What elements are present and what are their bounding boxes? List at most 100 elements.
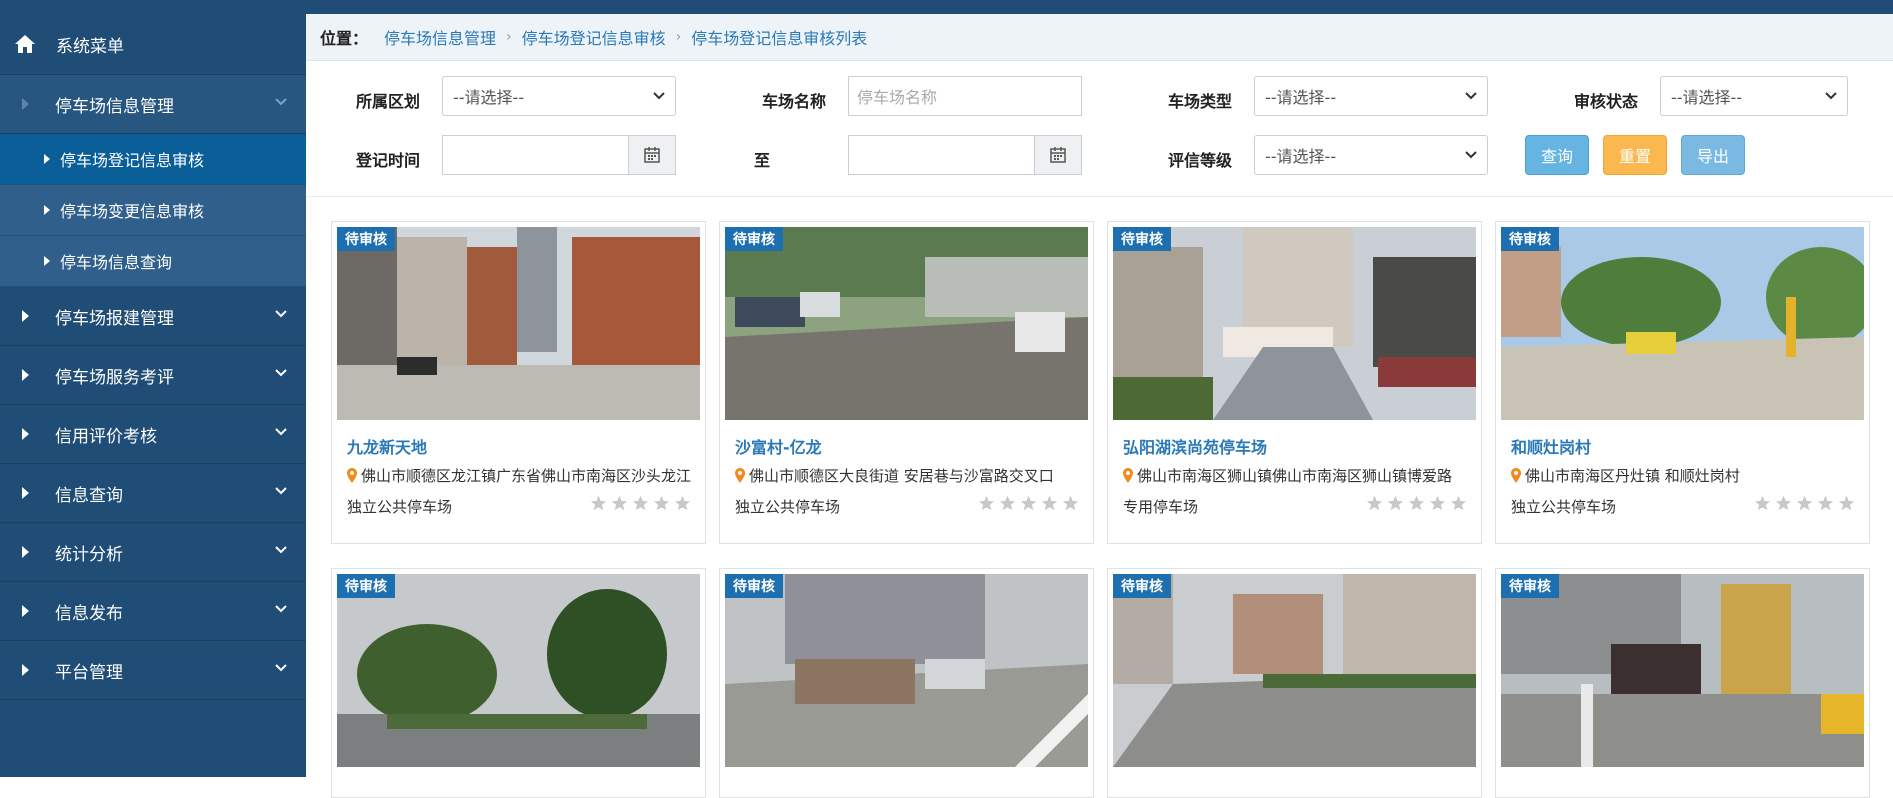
- star-icon: [1041, 495, 1058, 511]
- status-badge: 待审核: [1113, 227, 1171, 251]
- chevron-down-icon: [275, 369, 287, 377]
- expand-arrow-icon: [22, 98, 29, 110]
- to-label: 至: [754, 151, 771, 170]
- sidebar: 系统菜单 停车场信息管理 停车场登记信息审核 停车场变更信息审核 停车场信息查询…: [0, 14, 306, 777]
- star-icon: [632, 495, 649, 511]
- sidebar-group-info-query[interactable]: 信息查询: [0, 464, 306, 523]
- parking-photo[interactable]: [725, 574, 1088, 767]
- breadcrumb-label: 位置：: [320, 29, 369, 48]
- parking-card[interactable]: 待审核 弘阳湖滨尚苑停车场 佛山市南海区狮山镇佛山市南海区狮山镇博爱路 专用停车…: [1107, 221, 1482, 544]
- bullet-arrow-icon: [44, 256, 50, 266]
- parking-address: 佛山市顺德区龙江镇广东省佛山市南海区沙头龙江: [347, 465, 692, 486]
- star-icon: [611, 495, 628, 511]
- star-icon: [1387, 495, 1404, 511]
- expand-arrow-icon: [22, 664, 29, 676]
- sidebar-item-label: 停车场信息查询: [60, 253, 173, 272]
- star-icon: [590, 495, 607, 511]
- calendar-icon[interactable]: [628, 136, 675, 174]
- reset-button[interactable]: 重置: [1603, 135, 1667, 175]
- status-badge: 待审核: [337, 574, 395, 598]
- chevron-down-icon: [1465, 151, 1477, 159]
- breadcrumb-separator-icon: ›: [675, 29, 682, 45]
- parking-card[interactable]: 待审核: [1495, 568, 1870, 798]
- parking-photo[interactable]: [337, 227, 700, 420]
- sidebar-group-service-evaluation[interactable]: 停车场服务考评: [0, 346, 306, 405]
- export-button[interactable]: 导出: [1681, 135, 1745, 175]
- district-select[interactable]: --请选择--: [442, 76, 676, 116]
- rating-label: 评信等级: [1168, 151, 1233, 170]
- status-badge: 待审核: [1501, 574, 1559, 598]
- sidebar-group-credit[interactable]: 信用评价考核: [0, 405, 306, 464]
- parking-name-link[interactable]: 沙富村-亿龙: [735, 434, 822, 458]
- parking-name-input[interactable]: 停车场名称: [848, 76, 1082, 116]
- breadcrumb-item[interactable]: 停车场登记信息审核: [522, 25, 666, 49]
- filter-panel: 所属区划 --请选择-- 车场名称 停车场名称 车场类型 --请选择-- 审核状…: [306, 61, 1893, 197]
- breadcrumb: 位置： 停车场信息管理 › 停车场登记信息审核 › 停车场登记信息审核列表: [306, 14, 1893, 61]
- chevron-down-icon: [275, 310, 287, 318]
- parking-card[interactable]: 待审核: [1107, 568, 1482, 798]
- expand-arrow-icon: [22, 369, 29, 381]
- sidebar-group-construction[interactable]: 停车场报建管理: [0, 287, 306, 346]
- star-icon: [1408, 495, 1425, 511]
- parking-address: 佛山市顺德区大良街道 安居巷与沙富路交叉口: [735, 465, 1080, 486]
- parking-photo[interactable]: [337, 574, 700, 767]
- location-pin-icon: [347, 468, 357, 483]
- rating-stars: [1366, 495, 1467, 512]
- parking-photo[interactable]: [1113, 227, 1476, 420]
- breadcrumb-separator-icon: ›: [506, 29, 512, 45]
- parking-card[interactable]: 待审核: [719, 568, 1094, 798]
- breadcrumb-item[interactable]: 停车场登记信息审核列表: [691, 25, 867, 49]
- chevron-down-icon: [275, 428, 287, 436]
- parking-type-select[interactable]: --请选择--: [1254, 76, 1488, 116]
- chevron-down-icon: [653, 92, 665, 100]
- sidebar-item-change-review[interactable]: 停车场变更信息审核: [0, 185, 306, 236]
- sidebar-header[interactable]: 系统菜单: [0, 14, 306, 75]
- sidebar-item-registration-review[interactable]: 停车场登记信息审核: [0, 134, 306, 185]
- star-icon: [1754, 495, 1771, 511]
- parking-card[interactable]: 待审核 沙富村-亿龙 佛山市顺德区大良街道 安居巷与沙富路交叉口 独立公共停车场: [719, 221, 1094, 544]
- parking-photo[interactable]: [1501, 227, 1864, 420]
- status-badge: 待审核: [725, 227, 783, 251]
- address-text: 佛山市顺德区大良街道 安居巷与沙富路交叉口: [749, 467, 1054, 485]
- star-icon: [1450, 495, 1467, 511]
- parking-photo[interactable]: [1501, 574, 1864, 767]
- calendar-icon[interactable]: [1034, 136, 1081, 174]
- sidebar-group-parking-info[interactable]: 停车场信息管理: [0, 75, 306, 134]
- end-date-input[interactable]: [848, 135, 1082, 175]
- parking-photo[interactable]: [1113, 574, 1476, 767]
- status-badge: 待审核: [1501, 227, 1559, 251]
- query-button[interactable]: 查询: [1525, 135, 1589, 175]
- sidebar-header-label: 系统菜单: [56, 36, 124, 57]
- start-date-input[interactable]: [442, 135, 676, 175]
- parking-card[interactable]: 待审核 和顺灶岗村 佛山市南海区丹灶镇 和顺灶岗村 独立公共停车场: [1495, 221, 1870, 544]
- rating-select[interactable]: --请选择--: [1254, 135, 1488, 175]
- parking-card[interactable]: 待审核 九龙新天地 佛山市顺德区龙江镇广东省佛山市南海区沙头龙江 独立公共停车场: [331, 221, 706, 544]
- address-text: 佛山市南海区狮山镇佛山市南海区狮山镇博爱路: [1137, 467, 1453, 485]
- expand-arrow-icon: [22, 546, 29, 558]
- home-icon: [14, 34, 42, 54]
- rating-stars: [590, 495, 691, 512]
- sidebar-group-label: 信息查询: [55, 485, 123, 506]
- chevron-down-icon: [275, 605, 287, 613]
- parking-card[interactable]: 待审核: [331, 568, 706, 798]
- star-icon: [1796, 495, 1813, 511]
- breadcrumb-item[interactable]: 停车场信息管理: [384, 25, 496, 49]
- parking-name-link[interactable]: 弘阳湖滨尚苑停车场: [1123, 434, 1267, 458]
- review-status-select-value: --请选择--: [1671, 88, 1743, 107]
- bullet-arrow-icon: [44, 154, 50, 164]
- sidebar-group-label: 停车场报建管理: [55, 308, 174, 329]
- parking-name-link[interactable]: 和顺灶岗村: [1511, 434, 1591, 458]
- chevron-down-icon: [275, 98, 287, 106]
- star-icon: [1062, 495, 1079, 511]
- sidebar-group-statistics[interactable]: 统计分析: [0, 523, 306, 582]
- parking-photo[interactable]: [725, 227, 1088, 420]
- parking-name-link[interactable]: 九龙新天地: [347, 434, 427, 458]
- sidebar-group-platform[interactable]: 平台管理: [0, 641, 306, 700]
- sidebar-group-publish[interactable]: 信息发布: [0, 582, 306, 641]
- address-text: 佛山市顺德区龙江镇广东省佛山市南海区沙头龙江: [361, 467, 692, 485]
- review-status-select[interactable]: --请选择--: [1660, 76, 1848, 116]
- expand-arrow-icon: [22, 428, 29, 440]
- district-label: 所属区划: [356, 92, 421, 111]
- sidebar-item-info-query[interactable]: 停车场信息查询: [0, 236, 306, 287]
- chevron-down-icon: [275, 487, 287, 495]
